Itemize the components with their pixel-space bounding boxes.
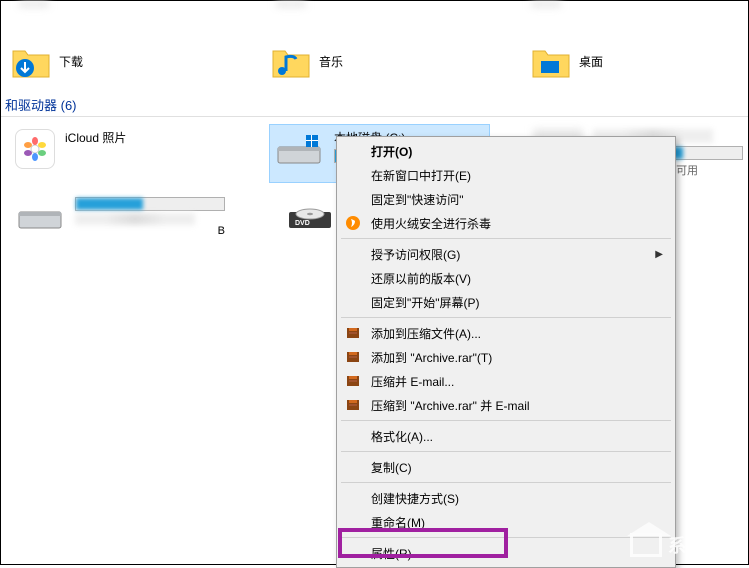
music-folder-icon — [271, 41, 311, 81]
drive-icon — [15, 194, 65, 234]
drive-label: iCloud 照片 — [65, 129, 126, 146]
menu-separator — [341, 420, 671, 421]
drive-icloud-photos[interactable]: iCloud 照片 — [11, 125, 230, 182]
menu-separator — [341, 451, 671, 452]
huorong-icon — [345, 215, 361, 231]
svg-text:DVD: DVD — [295, 220, 310, 227]
menu-pin-start[interactable]: 固定到"开始"屏幕(P) — [339, 290, 673, 314]
menu-separator — [341, 238, 671, 239]
winrar-icon — [345, 397, 361, 413]
menu-copy[interactable]: 复制(C) — [339, 455, 673, 479]
menu-pin-quick-access[interactable]: 固定到"快速访问" — [339, 187, 673, 211]
icloud-photos-icon — [15, 129, 55, 169]
menu-open-new-window[interactable]: 在新窗口中打开(E) — [339, 163, 673, 187]
drive-letter-censored: B — [75, 225, 225, 237]
folder-label: 下载 — [59, 53, 83, 70]
watermark-text: 系统之家 — [668, 532, 740, 558]
menu-grant-access[interactable]: 授予访问权限(G) ▶ — [339, 242, 673, 266]
winrar-icon — [345, 349, 361, 365]
partial-icon — [19, 1, 49, 7]
capacity-bar — [75, 197, 225, 211]
menu-separator — [341, 482, 671, 483]
downloads-folder-icon — [11, 41, 51, 81]
folder-desktop[interactable]: 桌面 — [531, 41, 731, 81]
menu-compress-email[interactable]: 压缩并 E-mail... — [339, 369, 673, 393]
menu-rename[interactable]: 重命名(M) — [339, 510, 673, 534]
winrar-icon — [345, 373, 361, 389]
available-text: 可用 — [676, 165, 698, 177]
menu-properties[interactable]: 属性(R) — [339, 541, 673, 565]
drives-section-header[interactable]: 和驱动器 (6) — [1, 89, 748, 117]
menu-create-shortcut[interactable]: 创建快捷方式(S) — [339, 486, 673, 510]
folder-label: 音乐 — [319, 53, 343, 70]
menu-separator — [341, 317, 671, 318]
menu-separator — [341, 537, 671, 538]
menu-restore-previous[interactable]: 还原以前的版本(V) — [339, 266, 673, 290]
menu-compress-rar-email[interactable]: 压缩到 "Archive.rar" 并 E-mail — [339, 393, 673, 417]
menu-format[interactable]: 格式化(A)... — [339, 424, 673, 448]
desktop-folder-icon — [531, 41, 571, 81]
submenu-arrow-icon: ▶ — [655, 249, 663, 260]
menu-open[interactable]: 打开(O) — [339, 139, 673, 163]
capacity-text-censored — [75, 213, 195, 225]
folder-music[interactable]: 音乐 — [271, 41, 471, 81]
drive-censored-2[interactable]: B — [11, 190, 241, 241]
context-menu: 打开(O) 在新窗口中打开(E) 固定到"快速访问" 使用火绒安全进行杀毒 授予… — [336, 136, 676, 568]
dvd-drive-icon: DVD — [285, 194, 335, 234]
folder-label: 桌面 — [579, 53, 603, 70]
partial-icon — [276, 1, 306, 7]
winrar-icon — [345, 325, 361, 341]
local-disk-icon — [274, 129, 324, 169]
menu-add-to-archive[interactable]: 添加到压缩文件(A)... — [339, 321, 673, 345]
watermark-house-icon — [630, 533, 662, 557]
partial-icon — [531, 1, 561, 7]
folder-downloads[interactable]: 下载 — [11, 41, 211, 81]
menu-add-to-archive-rar[interactable]: 添加到 "Archive.rar"(T) — [339, 345, 673, 369]
watermark: 系统之家 — [630, 532, 740, 558]
menu-huorong-scan[interactable]: 使用火绒安全进行杀毒 — [339, 211, 673, 235]
